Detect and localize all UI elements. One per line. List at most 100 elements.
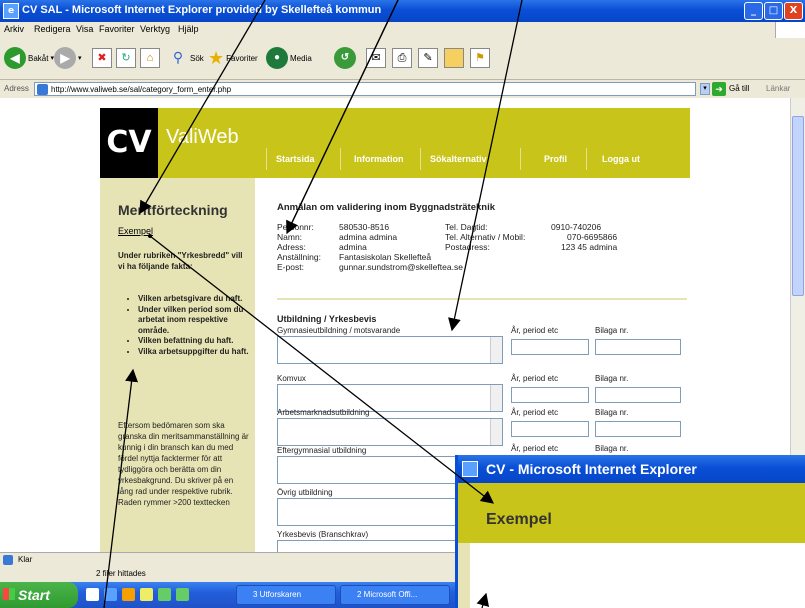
nav-logga-ut[interactable]: Logga ut: [602, 154, 640, 164]
back-arrow-icon: ◀: [4, 47, 26, 69]
search-button[interactable]: ⚲ Sök: [168, 46, 204, 70]
edit-button[interactable]: ✎: [418, 46, 438, 70]
menu-favoriter[interactable]: Favoriter: [99, 24, 135, 34]
print-button[interactable]: ⎙: [392, 46, 412, 70]
personnr-value: 580530-8516: [339, 222, 390, 232]
found-text: 2 filer hittades: [96, 569, 146, 578]
title-bar: e CV SAL - Microsoft Internet Explorer p…: [0, 0, 805, 22]
close-button[interactable]: X: [784, 2, 803, 20]
bilaga-label: Bilaga nr.: [595, 444, 629, 453]
field-label: Komvux: [277, 374, 306, 383]
windows-logo-icon: [775, 22, 805, 38]
field-label: Arbetsmarknadsutbildning: [277, 408, 370, 417]
bilaga-label: Bilaga nr.: [595, 408, 629, 417]
period-input[interactable]: [511, 339, 589, 355]
period-label: År, period etc: [511, 326, 559, 335]
star-icon: ★: [208, 47, 225, 68]
period-label: År, period etc: [511, 374, 559, 383]
menu-verktyg[interactable]: Verktyg: [140, 24, 170, 34]
taskbar-item-explorer[interactable]: 3 Utforskaren: [236, 585, 336, 605]
address-input[interactable]: http://www.valiweb.se/sal/category_form_…: [34, 82, 696, 96]
links-button[interactable]: Länkar: [766, 84, 790, 93]
address-label: Adress: [4, 84, 29, 93]
stop-button[interactable]: ✖: [92, 46, 112, 70]
ie-icon: [462, 461, 478, 477]
period-label: År, period etc: [511, 444, 559, 453]
forward-button[interactable]: ▶ ▾: [54, 46, 82, 70]
tel-alt-value: 070-6695866: [567, 232, 618, 242]
app-quicklaunch-icon[interactable]: [158, 588, 171, 601]
popup-heading: Exempel: [486, 511, 552, 528]
nav-information[interactable]: Information: [354, 154, 404, 164]
site-logo: CV: [100, 108, 158, 178]
postadress-label: Postadress:: [445, 242, 490, 252]
go-button[interactable]: Gå till: [729, 84, 749, 93]
quicklaunch-icon[interactable]: [86, 588, 99, 601]
bilaga-input[interactable]: [595, 339, 681, 355]
home-button[interactable]: ⌂: [140, 46, 160, 70]
tel-alt-label: Tel. Alternativ / Mobil:: [445, 232, 526, 242]
bilaga-input[interactable]: [595, 387, 681, 403]
divider: [277, 298, 687, 300]
personnr-label: Personnr:: [277, 222, 314, 232]
menu-hjalp[interactable]: Hjälp: [178, 24, 199, 34]
address-dropdown-button[interactable]: ▾: [700, 83, 710, 95]
section-heading: Utbildning / Yrkesbevis: [277, 314, 377, 324]
menu-redigera[interactable]: Redigera: [34, 24, 71, 34]
popup-title-bar: CV - Microsoft Internet Explorer: [458, 455, 805, 483]
nav-sokalternativ[interactable]: Sökalternativ: [430, 154, 487, 164]
refresh-button[interactable]: ↻: [116, 46, 136, 70]
scroll-thumb[interactable]: [792, 116, 804, 296]
nav-profil[interactable]: Profil: [544, 154, 567, 164]
taskbar-item-office[interactable]: 2 Microsoft Offi...: [340, 585, 450, 605]
favorites-button[interactable]: ★ Favoriter: [208, 46, 258, 70]
minimize-button[interactable]: _: [744, 2, 763, 20]
list-item: Vilken befattning du haft.: [138, 336, 250, 347]
menu-arkiv[interactable]: Arkiv: [4, 24, 24, 34]
media-quicklaunch-icon[interactable]: [122, 588, 135, 601]
go-arrow-icon[interactable]: ➜: [712, 82, 726, 96]
start-button[interactable]: Start: [0, 582, 78, 608]
period-input[interactable]: [511, 387, 589, 403]
home-icon: ⌂: [140, 48, 160, 68]
menu-bar: Arkiv Redigera Visa Favoriter Verktyg Hj…: [0, 22, 805, 38]
arbetsmarknad-textarea[interactable]: [277, 418, 503, 446]
ie-quicklaunch-icon[interactable]: [104, 588, 117, 601]
forward-arrow-icon: ▶: [54, 47, 76, 69]
sidebar-list: Vilken arbetsgivare du haft. Under vilke…: [126, 294, 250, 357]
messenger-button[interactable]: ⚑: [470, 46, 490, 70]
tel-dag-label: Tel. Dagtid:: [445, 222, 488, 232]
app-quicklaunch-icon[interactable]: [176, 588, 189, 601]
folder-button[interactable]: [444, 46, 464, 70]
sidebar-paragraph: Eftersom bedömaren som ska granska din m…: [118, 421, 249, 507]
nav-startsida[interactable]: Startsida: [276, 154, 315, 164]
back-button[interactable]: ◀ Bakåt ▾: [4, 46, 54, 70]
folder-icon: [444, 48, 464, 68]
history-button[interactable]: ↺: [334, 46, 356, 70]
exempel-link[interactable]: Exempel: [118, 226, 153, 236]
maximize-button[interactable]: □: [764, 2, 783, 20]
form-heading: Anmälan om validering inom Byggnadsträte…: [277, 202, 496, 213]
mail-button[interactable]: ✉: [366, 46, 386, 70]
field-label: Yrkesbevis (Branschkrav): [277, 530, 369, 539]
gymnasie-textarea[interactable]: [277, 336, 503, 364]
media-button[interactable]: ● Media: [266, 46, 312, 70]
screen: e CV SAL - Microsoft Internet Explorer p…: [0, 0, 805, 608]
postadress-value: 123 45 admina: [561, 242, 618, 252]
period-input[interactable]: [511, 421, 589, 437]
refresh-icon: ↻: [116, 48, 136, 68]
field-label: Gymnasieutbildning / motsvarande: [277, 326, 401, 335]
anstallning-label: Anställning:: [277, 252, 321, 262]
address-bar: Adress http://www.valiweb.se/sal/categor…: [0, 80, 805, 98]
menu-visa[interactable]: Visa: [76, 24, 93, 34]
edit-icon: ✎: [418, 48, 438, 68]
toolbar: ◀ Bakåt ▾ ▶ ▾ ✖ ↻ ⌂ ⚲ Sök ★ Favoriter ● …: [0, 38, 805, 80]
list-item: Vilken arbetsgivare du haft.: [138, 294, 250, 305]
window-title: CV SAL - Microsoft Internet Explorer pro…: [22, 4, 382, 16]
page-icon: [37, 84, 48, 95]
bilaga-input[interactable]: [595, 421, 681, 437]
popup-title: CV - Microsoft Internet Explorer: [486, 461, 697, 477]
mail-icon: ✉: [366, 48, 386, 68]
desktop-quicklaunch-icon[interactable]: [140, 588, 153, 601]
tel-dag-value: 0910-740206: [551, 222, 602, 232]
